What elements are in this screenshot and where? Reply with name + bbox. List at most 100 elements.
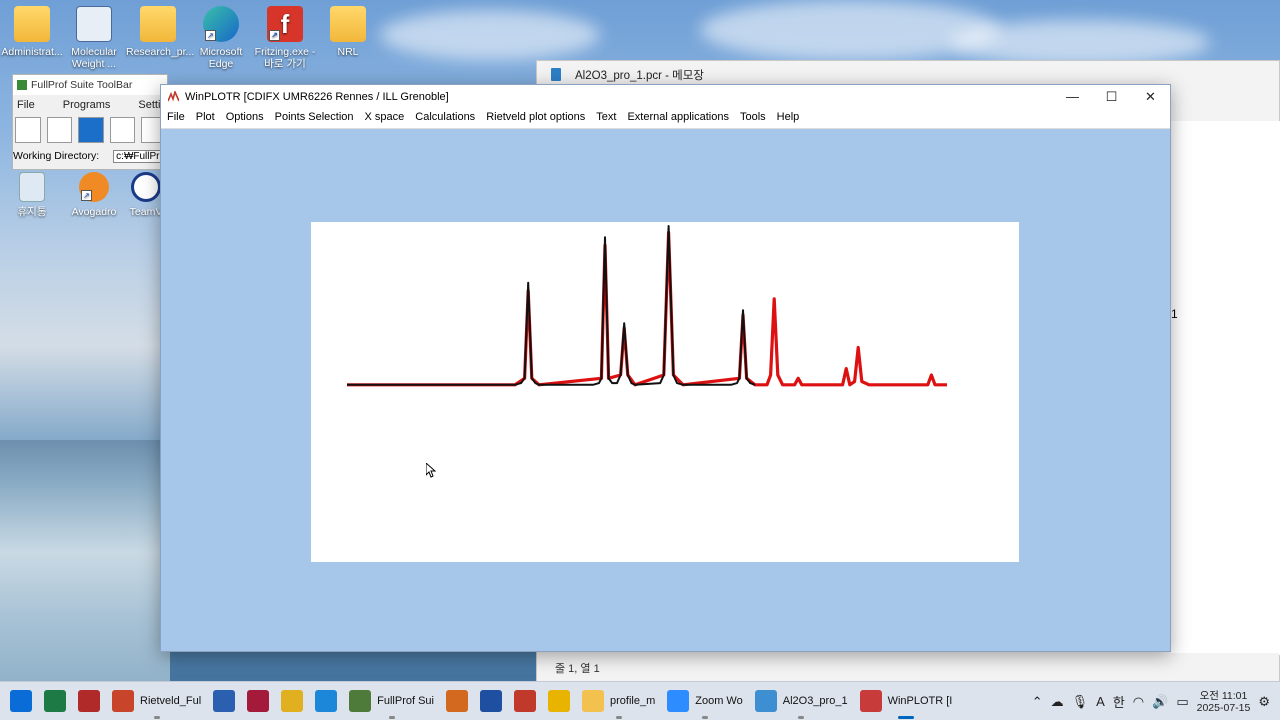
- notepad-status-bar: 줄 1, 열 1: [537, 653, 1279, 681]
- desktop-icon-research[interactable]: Research_pr...: [126, 6, 194, 58]
- winplotr-tool-button[interactable]: [109, 117, 136, 143]
- close-button[interactable]: ✕: [1131, 85, 1170, 109]
- wifi-icon[interactable]: ◠: [1133, 694, 1144, 710]
- fullprof-toolbar-window[interactable]: FullProf Suite ToolBar File Programs Set…: [12, 74, 178, 170]
- taskbar-item-orange-app[interactable]: [440, 682, 474, 720]
- calculator-icon: [76, 6, 112, 42]
- observed-pattern-line: [347, 230, 947, 387]
- notepad-icon: [551, 68, 561, 81]
- menu-plot[interactable]: Plot: [196, 111, 215, 128]
- menu-rietveld-plot-options[interactable]: Rietveld plot options: [486, 111, 585, 128]
- notepad-text-area[interactable]: [1171, 121, 1280, 655]
- minimize-button[interactable]: —: [1053, 85, 1092, 109]
- folder-icon: [140, 6, 176, 42]
- user-folder-icon: [14, 6, 50, 42]
- fullprof-icon: [349, 690, 372, 712]
- taskbar-item-word[interactable]: [207, 682, 241, 720]
- fullprof-tool-buttons: [13, 115, 167, 147]
- taskbar-item-edge-taskbar[interactable]: [309, 682, 343, 720]
- working-directory-label: Working Directory:: [13, 150, 100, 162]
- menu-text[interactable]: Text: [596, 111, 616, 128]
- mendeley-icon: [247, 690, 270, 712]
- taskbar-item-powerpoint[interactable]: Rietveld_Ful: [106, 682, 207, 720]
- desktop-icon-edge[interactable]: ↗ Microsoft Edge: [189, 6, 253, 70]
- clock-date: 2025-07-15: [1196, 701, 1251, 714]
- fullprof-menu-file[interactable]: File: [17, 99, 35, 115]
- taskbar-item-excel[interactable]: [38, 682, 72, 720]
- menu-external-applications[interactable]: External applications: [627, 111, 729, 128]
- taskbar-item-mendeley[interactable]: [241, 682, 275, 720]
- taskbar-item-notepad[interactable]: Al2O3_pro_1: [749, 682, 854, 720]
- desktop-icon-recycle-bin[interactable]: 휴지통: [0, 172, 64, 218]
- winplotr-title-bar[interactable]: WinPLOTR [CDIFX UMR6226 Rennes / ILL Gre…: [161, 85, 1170, 109]
- maximize-button[interactable]: ☐: [1092, 85, 1131, 109]
- desktop-icon-administrator[interactable]: Administrat...: [0, 6, 64, 58]
- desktop-icon-avogadro[interactable]: ↗ Avogadro: [62, 172, 126, 218]
- taskbar-item-label: Zoom Wo: [695, 695, 743, 707]
- winplotr-title: WinPLOTR [CDIFX UMR6226 Rennes / ILL Gre…: [185, 91, 449, 103]
- explorer-folder-icon: [582, 690, 604, 712]
- working-directory-field[interactable]: c:₩FullPr: [113, 150, 163, 163]
- diamond-app-icon: [281, 690, 304, 712]
- taskbar-item-zoom[interactable]: Zoom Wo: [661, 682, 748, 720]
- taskbar-item-chrome[interactable]: [542, 682, 576, 720]
- notepad-visible-text: 1: [1171, 307, 1178, 321]
- taskbar-item-winplotr[interactable]: WinPLOTR [I: [854, 682, 959, 720]
- desktop-icon-nrl[interactable]: NRL: [316, 6, 380, 58]
- zoom-icon: [667, 690, 690, 712]
- fullprof-run-button[interactable]: [78, 117, 104, 143]
- plot-canvas[interactable]: [311, 222, 1019, 562]
- avogadro-icon: ↗: [79, 172, 109, 202]
- winplotr-app-icon: [168, 91, 179, 102]
- taskbar-item-fullprof[interactable]: FullProf Sui: [343, 682, 440, 720]
- taskbar-item-windows-start[interactable]: [4, 682, 38, 720]
- diffraction-pattern-plot: [347, 225, 947, 387]
- zotero-icon: [78, 690, 100, 712]
- menu-calculations[interactable]: Calculations: [415, 111, 475, 128]
- working-directory-row: Working Directory: c:₩FullPr: [13, 147, 167, 163]
- taskbar-item-label: WinPLOTR [I: [887, 695, 953, 707]
- taskbar-item-label: FullProf Sui: [377, 695, 434, 707]
- edge-icon: ↗: [203, 6, 239, 42]
- teamviewer-icon: [131, 172, 161, 202]
- powerpoint-icon: [112, 690, 134, 712]
- taskbar-item-l-app[interactable]: [474, 682, 508, 720]
- desktop-icon-fritzing[interactable]: f ↗ Fritzing.exe - 바로 가기: [253, 6, 317, 70]
- menu-tools[interactable]: Tools: [740, 111, 766, 128]
- winplotr-window[interactable]: WinPLOTR [CDIFX UMR6226 Rennes / ILL Gre…: [160, 84, 1171, 652]
- menu-x-space[interactable]: X space: [365, 111, 405, 128]
- fullprof-menu-programs[interactable]: Programs: [63, 99, 111, 115]
- editor-tool-button[interactable]: [46, 117, 73, 143]
- microphone-icon[interactable]: 🎙: [1072, 694, 1089, 710]
- winplotr-icon: [859, 690, 882, 712]
- calculated-pattern-line: [347, 225, 756, 386]
- l-app-icon: [480, 690, 502, 712]
- cloud-icon[interactable]: ☁: [1051, 694, 1064, 710]
- recycle-bin-icon: [19, 172, 45, 202]
- chevron-up-icon[interactable]: ⌃: [1032, 694, 1043, 710]
- menu-options[interactable]: Options: [226, 111, 264, 128]
- fritzing-icon: f ↗: [267, 6, 303, 42]
- taskbar-item-snipping[interactable]: [508, 682, 542, 720]
- clock[interactable]: 오전 11:01 2025-07-15: [1197, 690, 1251, 714]
- ime-mode-indicator[interactable]: A: [1096, 694, 1105, 709]
- notification-icon[interactable]: ⚙: [1258, 694, 1270, 710]
- taskbar-item-diamond-app[interactable]: [275, 682, 309, 720]
- fullprof-menu-bar: File Programs Settings: [13, 95, 178, 115]
- desktop-icon-molecular-weight[interactable]: Molecular Weight ...: [62, 6, 126, 70]
- taskbar-item-label: Al2O3_pro_1: [782, 695, 848, 707]
- clock-time: 오전 11:01: [1199, 689, 1248, 702]
- edpcr-tool-button[interactable]: [15, 117, 41, 143]
- winplotr-menu-bar: File Plot Options Points Selection X spa…: [161, 109, 1170, 129]
- menu-points-selection[interactable]: Points Selection: [275, 111, 354, 128]
- battery-icon[interactable]: ▭: [1176, 694, 1188, 710]
- system-tray: ⌃ ☁ 🎙 A 한 ◠ 🔊 ▭ 오전 11:01 2025-07-15 ⚙: [1032, 682, 1280, 720]
- volume-icon[interactable]: 🔊: [1152, 694, 1168, 710]
- fullprof-app-icon: [17, 80, 27, 90]
- taskbar-item-zotero[interactable]: [72, 682, 106, 720]
- ime-hangul-indicator[interactable]: 한: [1113, 692, 1125, 711]
- menu-file[interactable]: File: [167, 111, 185, 128]
- notepad-icon: [754, 690, 777, 712]
- menu-help[interactable]: Help: [777, 111, 800, 128]
- taskbar-item-explorer-folder[interactable]: profile_m: [576, 682, 661, 720]
